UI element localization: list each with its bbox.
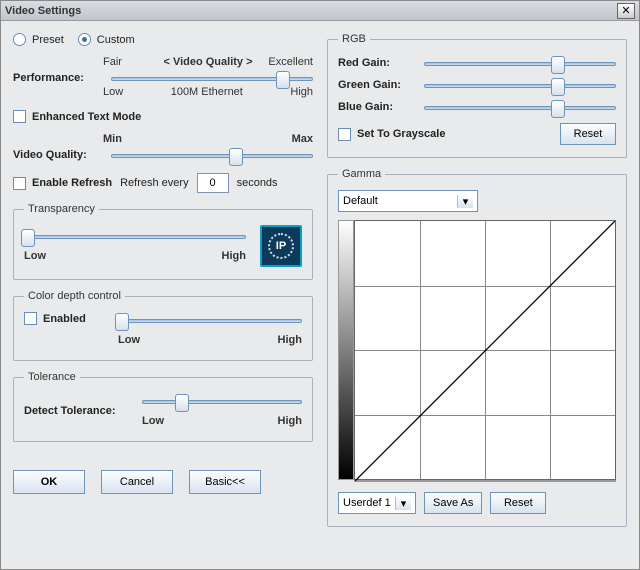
blue-gain-label: Blue Gain: [338, 101, 416, 113]
enable-refresh-checkbox[interactable]: Enable Refresh [13, 177, 112, 190]
ip-badge-icon: IP [260, 225, 302, 267]
refresh-value-input[interactable]: 0 [197, 173, 229, 193]
video-quality-slider[interactable] [111, 147, 313, 163]
video-settings-window: Video Settings ✕ Preset Custom Fair [0, 0, 640, 570]
bottom-buttons: OK Cancel Basic<< [13, 470, 313, 494]
gamma-preset-value: Default [343, 195, 457, 207]
tolerance-label: Detect Tolerance: [24, 405, 134, 417]
perf-scale-fair: Fair [103, 56, 122, 68]
rgb-group: RGB Red Gain: Green Gain: Blue Gain: S [327, 33, 627, 158]
performance-block: Fair < Video Quality > Excellent Perform… [13, 56, 313, 100]
gamma-userdef-value: Userdef 1 [343, 497, 395, 509]
red-gain-label: Red Gain: [338, 57, 416, 69]
left-column: Preset Custom Fair < Video Quality > Exc… [13, 33, 313, 527]
color-depth-legend: Color depth control [24, 290, 125, 302]
checkbox-icon [13, 177, 26, 190]
gamma-curve[interactable] [354, 220, 616, 480]
gamma-curve-area [338, 220, 616, 480]
transparency-low: Low [24, 250, 46, 262]
gamma-vgradient [338, 220, 354, 480]
tolerance-group: Tolerance Detect Tolerance: Low High [13, 371, 313, 442]
video-quality-label: Video Quality: [13, 149, 103, 161]
perf-tick-high: High [290, 86, 313, 98]
tolerance-high: High [278, 415, 302, 427]
performance-slider[interactable] [111, 70, 313, 86]
cancel-button[interactable]: Cancel [101, 470, 173, 494]
tolerance-low: Low [142, 415, 164, 427]
custom-label: Custom [97, 34, 135, 46]
gamma-button-row: Userdef 1 ▾ Save As Reset [338, 492, 616, 514]
mode-row: Preset Custom [13, 33, 313, 46]
red-gain-slider[interactable] [424, 55, 616, 71]
checkbox-icon [13, 110, 26, 123]
green-gain-label: Green Gain: [338, 79, 416, 91]
gamma-userdef-select[interactable]: Userdef 1 ▾ [338, 492, 416, 514]
green-gain-slider[interactable] [424, 77, 616, 93]
titlebar: Video Settings ✕ [1, 1, 639, 21]
transparency-high: High [222, 250, 246, 262]
chevron-down-icon: ▾ [395, 497, 411, 510]
radio-icon [78, 33, 91, 46]
checkbox-icon [24, 312, 37, 325]
grayscale-checkbox[interactable]: Set To Grayscale [338, 128, 445, 141]
vq-min: Min [103, 133, 122, 145]
tolerance-slider[interactable] [142, 393, 302, 409]
rgb-legend: RGB [338, 33, 370, 45]
gamma-preset-select[interactable]: Default ▾ [338, 190, 478, 212]
radio-icon [13, 33, 26, 46]
transparency-legend: Transparency [24, 203, 99, 215]
tolerance-legend: Tolerance [24, 371, 80, 383]
gamma-reset-button[interactable]: Reset [490, 492, 546, 514]
perf-tick-mid: 100M Ethernet [171, 86, 243, 98]
transparency-slider[interactable] [24, 228, 246, 244]
gamma-group: Gamma Default ▾ [327, 168, 627, 527]
color-depth-enabled-checkbox[interactable]: Enabled [24, 312, 104, 325]
perf-tick-low: Low [103, 86, 123, 98]
refresh-unit: seconds [237, 177, 278, 189]
grayscale-label: Set To Grayscale [357, 128, 445, 140]
preset-label: Preset [32, 34, 64, 46]
color-depth-enabled-label: Enabled [43, 313, 86, 325]
ok-button[interactable]: OK [13, 470, 85, 494]
gamma-diagonal-line [355, 221, 615, 481]
gamma-save-as-button[interactable]: Save As [424, 492, 482, 514]
checkbox-icon [338, 128, 351, 141]
transparency-group: Transparency Low High IP [13, 203, 313, 280]
enhanced-text-checkbox[interactable]: Enhanced Text Mode [13, 110, 313, 123]
color-depth-high: High [278, 334, 302, 346]
vq-max: Max [292, 133, 313, 145]
basic-button[interactable]: Basic<< [189, 470, 261, 494]
color-depth-group: Color depth control Enabled Low High [13, 290, 313, 361]
performance-label: Performance: [13, 72, 103, 84]
enable-refresh-label: Enable Refresh [32, 177, 112, 189]
content: Preset Custom Fair < Video Quality > Exc… [1, 21, 639, 539]
refresh-every-label: Refresh every [120, 177, 188, 189]
rgb-reset-button[interactable]: Reset [560, 123, 616, 145]
right-column: RGB Red Gain: Green Gain: Blue Gain: S [327, 33, 627, 527]
chevron-down-icon: ▾ [457, 195, 473, 208]
enhanced-text-label: Enhanced Text Mode [32, 111, 141, 123]
color-depth-slider[interactable] [118, 312, 302, 328]
close-icon[interactable]: ✕ [617, 3, 635, 19]
video-quality-block: Min Max Video Quality: [13, 133, 313, 163]
gamma-legend: Gamma [338, 168, 385, 180]
custom-radio[interactable]: Custom [78, 33, 135, 46]
perf-scale-excellent: Excellent [268, 56, 313, 68]
blue-gain-slider[interactable] [424, 99, 616, 115]
color-depth-low: Low [118, 334, 140, 346]
video-quality-header: < Video Quality > [163, 56, 252, 68]
window-title: Video Settings [5, 5, 617, 17]
refresh-row: Enable Refresh Refresh every 0 seconds [13, 173, 313, 193]
preset-radio[interactable]: Preset [13, 33, 64, 46]
